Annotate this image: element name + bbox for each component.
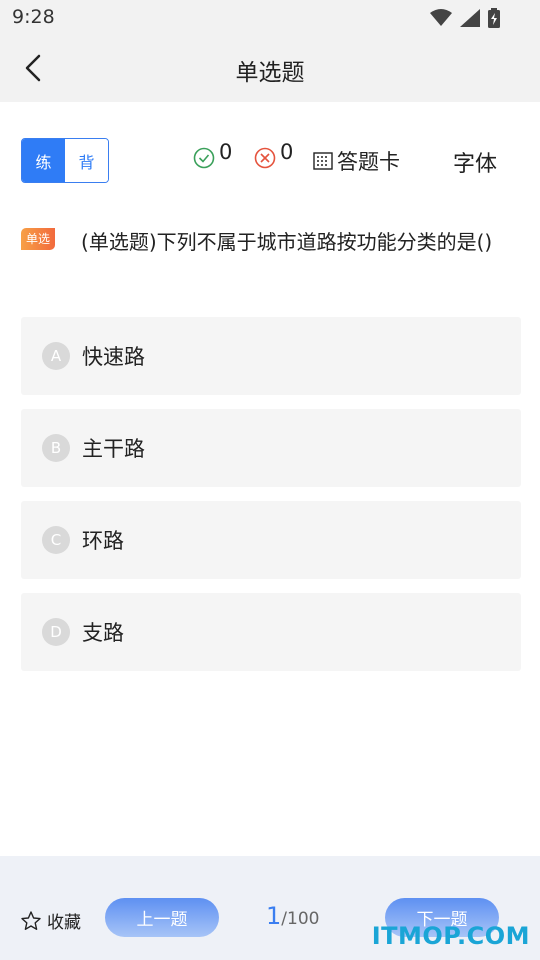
cross-circle-icon	[254, 147, 276, 169]
status-bar: 9:28	[0, 0, 540, 36]
option-text: 环路	[82, 529, 124, 553]
option-letter: D	[42, 618, 70, 646]
correct-count-value: 0	[219, 140, 233, 164]
option-letter: B	[42, 434, 70, 462]
favorite-label: 收藏	[47, 913, 81, 933]
page-indicator: 1/100	[266, 902, 319, 930]
current-page: 1	[266, 902, 282, 930]
option-a[interactable]: A 快速路	[21, 317, 521, 395]
total-pages: /100	[281, 909, 320, 929]
watermark: ITMOP.COM	[371, 922, 530, 950]
toolbar: 练 背 0 0 答题卡 字体	[0, 102, 540, 212]
signal-icon	[460, 9, 480, 27]
page-title: 单选题	[235, 60, 305, 86]
practice-mode-button[interactable]: 练	[22, 139, 65, 182]
option-text: 快速路	[82, 345, 145, 369]
option-b[interactable]: B 主干路	[21, 409, 521, 487]
question-text: (单选题)下列不属于城市道路按功能分类的是()	[81, 230, 493, 254]
answer-card-button[interactable]: 答题卡	[313, 146, 400, 176]
option-d[interactable]: D 支路	[21, 593, 521, 671]
prev-question-button[interactable]: 上一题	[105, 898, 219, 937]
font-button[interactable]: 字体	[453, 146, 497, 178]
option-letter: A	[42, 342, 70, 370]
grid-icon	[313, 152, 333, 170]
question-type-badge: 单选	[21, 228, 56, 250]
option-letter: C	[42, 526, 70, 554]
option-text: 主干路	[82, 437, 145, 461]
correct-count: 0	[193, 140, 232, 170]
check-circle-icon	[193, 147, 215, 169]
nav-bar: 单选题	[0, 36, 540, 102]
memorize-mode-button[interactable]: 背	[65, 139, 108, 182]
wifi-icon	[430, 9, 452, 26]
options-list: A 快速路 B 主干路 C 环路 D 支路	[21, 317, 521, 685]
status-icons	[430, 8, 500, 28]
option-c[interactable]: C 环路	[21, 501, 521, 579]
status-time: 9:28	[12, 6, 55, 28]
wrong-count: 0	[254, 140, 293, 170]
battery-icon	[488, 8, 500, 28]
option-text: 支路	[82, 621, 124, 645]
question: 单选 (单选题)下列不属于城市道路按功能分类的是()	[21, 224, 521, 260]
favorite-button[interactable]: 收藏	[20, 908, 81, 933]
mode-toggle: 练 背	[21, 138, 109, 183]
answer-card-label: 答题卡	[337, 150, 400, 174]
star-icon	[21, 910, 41, 930]
wrong-count-value: 0	[280, 140, 294, 164]
